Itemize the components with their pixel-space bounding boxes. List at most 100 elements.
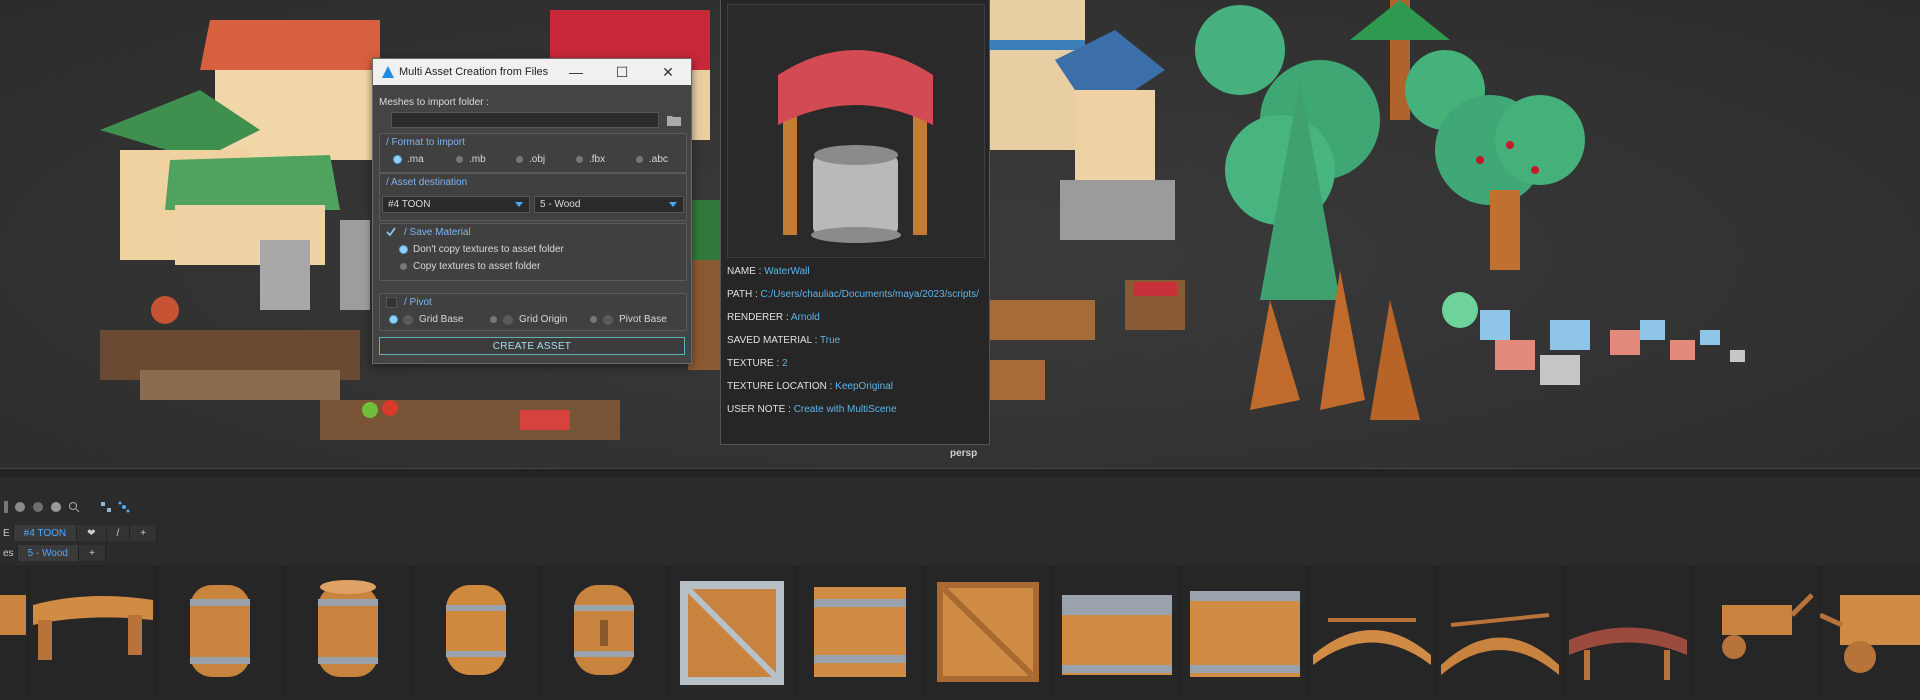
pivot-option-grid-origin[interactable]: Grid Origin [490,314,567,325]
radio-icon [456,156,463,163]
asset-thumb-cart-large[interactable] [1818,565,1920,693]
radio-icon [636,156,643,163]
chevron-down-icon [669,202,677,207]
scene-rocks [1442,292,1745,385]
search-icon[interactable] [68,501,80,513]
format-section: / Format to import .ma .mb .obj .fbx .ab… [379,133,687,173]
asset-thumb-bridge-3[interactable] [1564,565,1693,693]
radio-icon [390,316,397,323]
sphere-shaded-icon[interactable] [32,501,44,513]
asset-thumb-barrel-4[interactable] [540,565,669,693]
format-option-mb[interactable]: .mb [456,154,486,165]
asset-thumb-crate-banded[interactable] [796,565,925,693]
asset-thumb-crate-x[interactable] [924,565,1053,693]
pivot-base-icon [603,314,613,325]
asset-thumb-chest-closed[interactable] [1180,565,1309,693]
close-icon[interactable]: ✕ [645,59,691,85]
tab-toon[interactable]: #4 TOON [13,525,78,541]
tab-favorites[interactable]: ❤ [77,525,107,541]
asset-browser: E #4 TOON ❤ / + es 5 - Wood + [0,477,1920,700]
bench-icon [33,596,153,660]
asset-thumb-bench[interactable] [28,565,157,693]
destination-category-select[interactable]: #4 TOON [382,196,530,213]
pivot-grid-origin-icon [503,314,513,325]
sphere-textured-icon[interactable] [50,501,62,513]
format-option-fbx[interactable]: .fbx [576,154,605,165]
toolbar-partial-icon[interactable] [4,501,8,513]
crate-icon [680,581,784,685]
radio-icon [400,246,407,253]
info-saved-material: SAVED MATERIAL : True [727,335,841,346]
tab-add[interactable]: + [130,525,158,541]
asset-preview [727,4,985,258]
minimize-icon[interactable]: — [553,59,599,85]
asset-thumb-barrel-1[interactable] [156,565,285,693]
radio-icon [400,263,407,270]
pivot-option-pivot-base[interactable]: Pivot Base [590,314,667,325]
barrel-icon [190,585,250,677]
pivot-section: / Pivot Grid Base Grid Origin Pivot Base [379,293,687,331]
chest-icon [1190,591,1300,677]
radio-icon [490,316,497,323]
format-title: / Format to import [386,137,465,148]
hierarchy-icon[interactable] [100,501,112,513]
viewport[interactable]: persp Multi Asset Creation from Files — … [0,0,1920,468]
material-option-copy[interactable]: Copy textures to asset folder [400,261,540,272]
save-material-title: / Save Material [404,227,471,238]
radio-icon [576,156,583,163]
chest-icon [1062,595,1172,675]
sphere-icon[interactable] [14,501,26,513]
meshes-folder-input[interactable] [391,112,659,128]
asset-thumb-crate-metal[interactable] [668,565,797,693]
asset-thumb-chest-open[interactable] [1052,565,1181,693]
tab-wood[interactable]: 5 - Wood [17,545,79,561]
asset-thumb-barrel-2[interactable] [284,565,413,693]
info-path: PATH : C:/Users/chauliac/Documents/maya/… [727,289,979,300]
bridge-icon [1569,627,1687,680]
folder-icon[interactable] [667,114,681,126]
barrel-icon [574,585,634,675]
pivot-checkbox[interactable] [386,297,397,308]
format-option-ma[interactable]: .ma [394,154,424,165]
asset-thumb-bridge-1[interactable] [1308,565,1437,693]
create-asset-button[interactable]: CREATE ASSET [379,337,685,355]
pivot-option-grid-base[interactable]: Grid Base [390,314,463,325]
subcategory-tabs: es 5 - Wood + [0,545,106,561]
barrel-icon [318,580,378,677]
asset-thumb-partial[interactable] [0,565,29,693]
asset-thumb-barrel-3[interactable] [412,565,541,693]
info-renderer: RENDERER : Arnold [727,312,820,323]
asset-info-panel: NAME : WaterWall PATH : C:/Users/chaulia… [720,0,990,445]
app-logo-icon [382,66,394,78]
radio-icon [394,156,401,163]
dialog-title: Multi Asset Creation from Files [399,66,549,78]
tab-add-sub[interactable]: + [78,545,106,561]
asset-thumb-cart-small[interactable] [1692,565,1821,693]
info-texture-location: TEXTURE LOCATION : KeepOriginal [727,381,893,392]
pivot-grid-base-icon [403,314,413,325]
multi-asset-dialog[interactable]: Multi Asset Creation from Files — ☐ ✕ Me… [372,58,692,364]
bridge-icon [1313,618,1431,665]
scene-market [320,400,620,440]
barrel-icon [446,585,506,675]
info-texture: TEXTURE : 2 [727,358,788,369]
dialog-title-bar[interactable]: Multi Asset Creation from Files — ☐ ✕ [373,59,691,85]
cart-icon [1818,595,1920,673]
maximize-icon[interactable]: ☐ [599,59,645,85]
camera-label: persp [950,448,978,459]
asset-thumb-bridge-2[interactable] [1436,565,1565,693]
format-option-obj[interactable]: .obj [516,154,545,165]
network-icon[interactable] [118,501,130,513]
tab-row2-prefix: es [0,545,18,561]
category-tabs: E #4 TOON ❤ / + [0,525,158,541]
checkmark-icon[interactable] [386,227,396,237]
tab-slash[interactable]: / [106,525,131,541]
info-user-note: USER NOTE : Create with MultiScene [727,404,897,415]
asset-plank-icon [0,595,26,635]
crate-icon [937,582,1039,682]
destination-sub-select[interactable]: 5 - Wood [534,196,684,213]
material-option-dont-copy[interactable]: Don't copy textures to asset folder [400,244,564,255]
meshes-label: Meshes to import folder : [379,97,490,108]
format-option-abc[interactable]: .abc [636,154,668,165]
browser-toolbar [0,497,130,517]
